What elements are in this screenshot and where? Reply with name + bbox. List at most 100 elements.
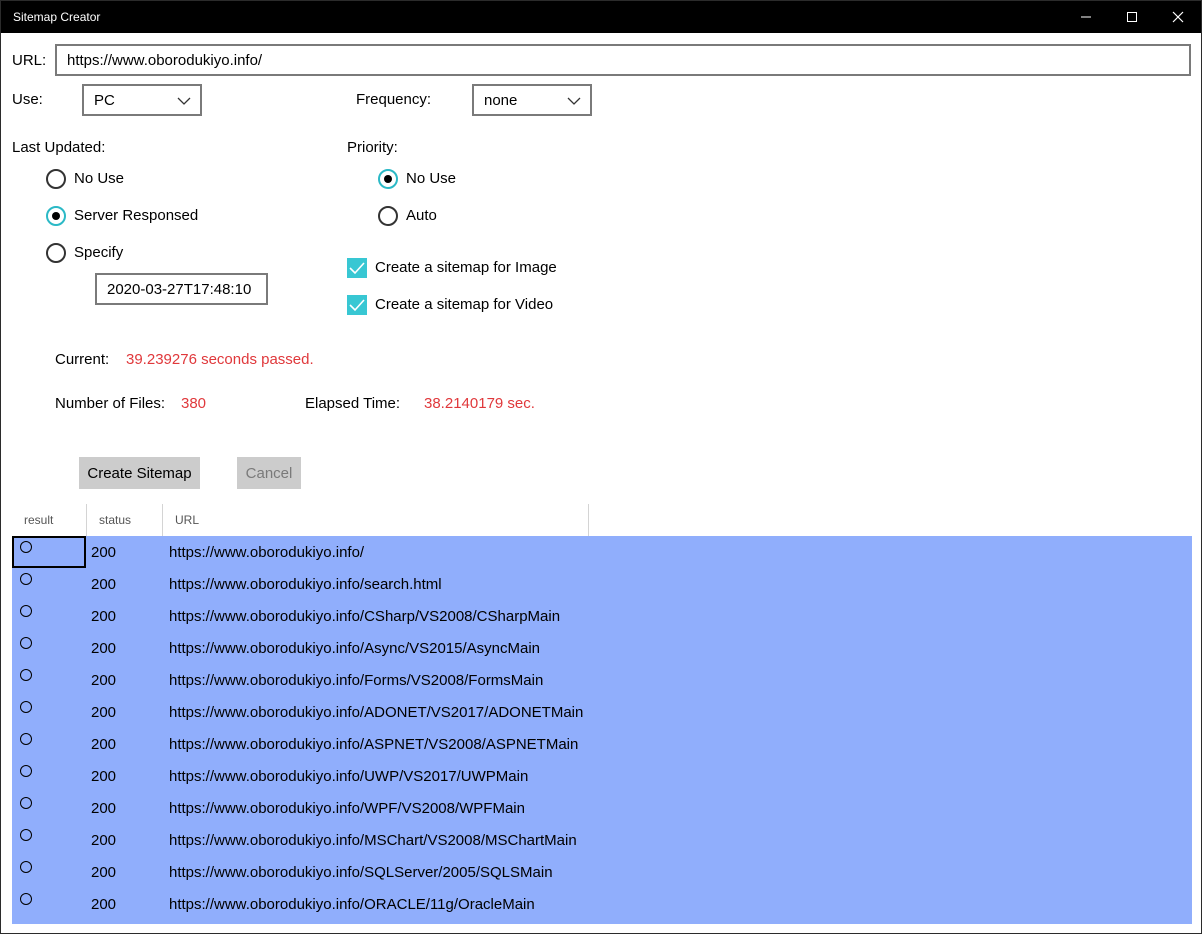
table-row[interactable]: 200 https://www.oborodukiyo.info/ADONET/V…	[12, 696, 1192, 728]
url-input[interactable]: https://www.oborodukiyo.info/	[55, 44, 1191, 76]
last-updated-specify-label: Specify	[74, 244, 124, 261]
table-row[interactable]: 200 https://www.oborodukiyo.info/MSChart/…	[12, 824, 1192, 856]
files-value: 380	[181, 395, 207, 412]
status-cell[interactable]: 200	[91, 632, 116, 664]
result-circle-icon	[20, 701, 32, 713]
last-updated-no-use-label: No Use	[74, 170, 125, 187]
result-circle-icon	[20, 797, 32, 809]
maximize-button[interactable]	[1109, 1, 1155, 33]
url-cell[interactable]: https://www.oborodukiyo.info/ORACLE/11g/…	[169, 888, 535, 920]
status-cell[interactable]: 200	[91, 568, 116, 600]
status-cell[interactable]: 200	[91, 792, 116, 824]
url-cell[interactable]: https://www.oborodukiyo.info/WPF/VS2008/…	[169, 792, 525, 824]
checkmark-icon	[349, 299, 365, 312]
url-cell[interactable]: https://www.oborodukiyo.info/MSChart/VS2…	[169, 824, 577, 856]
result-cell[interactable]	[12, 536, 87, 568]
priority-no-use-radio[interactable]	[378, 169, 398, 189]
minimize-button[interactable]	[1063, 1, 1109, 33]
result-cell[interactable]	[12, 824, 87, 856]
result-circle-icon	[20, 861, 32, 873]
result-circle-icon	[20, 669, 32, 681]
cancel-button[interactable]: Cancel	[237, 457, 301, 489]
column-header-status[interactable]: status	[87, 504, 163, 536]
grid-header: result status URL	[12, 504, 1192, 536]
result-circle-icon	[20, 573, 32, 585]
column-header-result[interactable]: result	[12, 504, 87, 536]
frequency-select[interactable]: none	[472, 84, 592, 116]
result-cell[interactable]	[12, 600, 87, 632]
radio-dot	[52, 212, 60, 220]
table-row[interactable]: 200 https://www.oborodukiyo.info/ASPNET/V…	[12, 728, 1192, 760]
table-row[interactable]: 200 https://www.oborodukiyo.info/UWP/VS20…	[12, 760, 1192, 792]
specify-datetime-value: 2020-03-27T17:48:10	[107, 280, 252, 298]
result-cell[interactable]	[12, 760, 87, 792]
close-button[interactable]	[1155, 1, 1201, 33]
url-cell[interactable]: https://www.oborodukiyo.info/ASPNET/VS20…	[169, 728, 578, 760]
status-cell[interactable]: 200	[91, 760, 116, 792]
cell-focus-indicator	[12, 536, 86, 568]
frequency-label: Frequency:	[356, 91, 432, 108]
url-cell[interactable]: https://www.oborodukiyo.info/	[169, 536, 364, 568]
result-cell[interactable]	[12, 664, 87, 696]
table-row[interactable]: 200 https://www.oborodukiyo.info/	[12, 536, 1192, 568]
table-row[interactable]: 200 https://www.oborodukiyo.info/ORACLE/1…	[12, 888, 1192, 920]
url-label: URL:	[12, 52, 47, 69]
close-icon	[1172, 11, 1184, 23]
status-cell[interactable]: 200	[91, 824, 116, 856]
table-row[interactable]: 200 https://www.oborodukiyo.info/Async/VS…	[12, 632, 1192, 664]
results-grid[interactable]: 200 https://www.oborodukiyo.info/200 https…	[12, 536, 1192, 924]
files-label: Number of Files:	[55, 395, 166, 412]
column-header-url[interactable]: URL	[163, 504, 589, 536]
last-updated-label: Last Updated:	[12, 139, 106, 156]
priority-auto-label: Auto	[406, 207, 437, 224]
frequency-select-value: none	[484, 91, 518, 109]
result-cell[interactable]	[12, 856, 87, 888]
result-cell[interactable]	[12, 728, 87, 760]
last-updated-server-label: Server Responsed	[74, 207, 199, 224]
status-cell[interactable]: 200	[91, 888, 116, 920]
table-row[interactable]: 200 https://www.oborodukiyo.info/CSharp/V…	[12, 600, 1192, 632]
status-cell[interactable]: 200	[91, 696, 116, 728]
last-updated-specify-radio[interactable]	[46, 243, 66, 263]
url-cell[interactable]: https://www.oborodukiyo.info/UWP/VS2017/…	[169, 760, 528, 792]
create-sitemap-button[interactable]: Create Sitemap	[79, 457, 200, 489]
priority-auto-radio[interactable]	[378, 206, 398, 226]
result-cell[interactable]	[12, 696, 87, 728]
image-sitemap-checkbox[interactable]	[347, 258, 367, 278]
url-cell[interactable]: https://www.oborodukiyo.info/search.html	[169, 568, 442, 600]
result-cell[interactable]	[12, 568, 87, 600]
status-cell[interactable]: 200	[91, 536, 116, 568]
table-row[interactable]: 200 https://www.oborodukiyo.info/WPF/VS20…	[12, 792, 1192, 824]
image-sitemap-label: Create a sitemap for Image	[375, 259, 557, 276]
elapsed-label: Elapsed Time:	[305, 395, 401, 412]
result-circle-icon	[20, 605, 32, 617]
table-row[interactable]: 200 https://www.oborodukiyo.info/SQLServe…	[12, 856, 1192, 888]
last-updated-server-radio[interactable]	[46, 206, 66, 226]
chevron-down-icon	[567, 97, 581, 105]
url-cell[interactable]: https://www.oborodukiyo.info/Async/VS201…	[169, 632, 540, 664]
status-cell[interactable]: 200	[91, 856, 116, 888]
table-row[interactable]: 200 https://www.oborodukiyo.info/Forms/VS…	[12, 664, 1192, 696]
specify-datetime-input[interactable]: 2020-03-27T17:48:10	[95, 273, 268, 305]
url-cell[interactable]: https://www.oborodukiyo.info/CSharp/VS20…	[169, 600, 560, 632]
url-cell[interactable]: https://www.oborodukiyo.info/ADONET/VS20…	[169, 696, 583, 728]
last-updated-no-use-radio[interactable]	[46, 169, 66, 189]
priority-no-use-label: No Use	[406, 170, 457, 187]
url-cell[interactable]: https://www.oborodukiyo.info/SQLServer/2…	[169, 856, 553, 888]
result-cell[interactable]	[12, 888, 87, 920]
status-cell[interactable]: 200	[91, 600, 116, 632]
minimize-icon	[1081, 16, 1091, 18]
use-select[interactable]: PC	[82, 84, 202, 116]
result-circle-icon	[20, 637, 32, 649]
window-title: Sitemap Creator	[13, 10, 101, 24]
status-cell[interactable]: 200	[91, 728, 116, 760]
maximize-icon	[1127, 12, 1137, 22]
result-cell[interactable]	[12, 632, 87, 664]
url-cell[interactable]: https://www.oborodukiyo.info/Forms/VS200…	[169, 664, 543, 696]
result-cell[interactable]	[12, 792, 87, 824]
status-cell[interactable]: 200	[91, 664, 116, 696]
title-bar[interactable]: Sitemap Creator	[1, 1, 1201, 33]
video-sitemap-checkbox[interactable]	[347, 295, 367, 315]
table-row[interactable]: 200 https://www.oborodukiyo.info/search.h…	[12, 568, 1192, 600]
result-circle-icon	[20, 733, 32, 745]
